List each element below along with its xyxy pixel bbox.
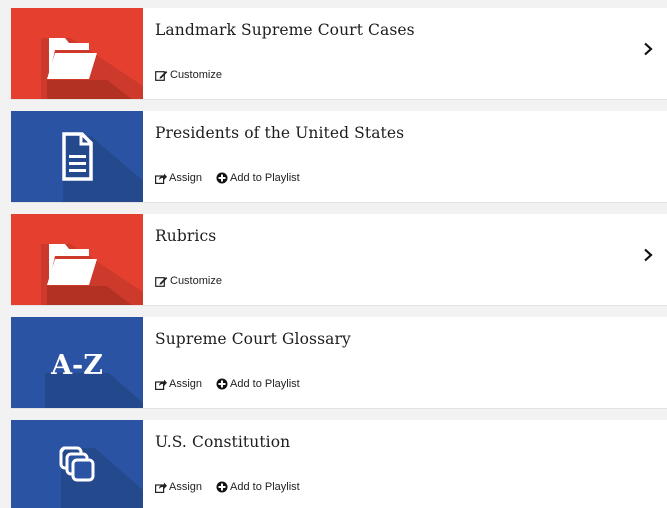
customize-label: Customize (170, 275, 222, 287)
plus-circle-icon (216, 172, 228, 184)
add-to-playlist-label: Add to Playlist (230, 378, 300, 390)
edit-icon (155, 276, 168, 287)
folder-tile[interactable] (11, 8, 143, 99)
glossary-tile[interactable]: A-Z (11, 317, 143, 408)
list-item-landmark-supreme-court-cases[interactable]: Landmark Supreme Court Cases Customize (11, 8, 667, 99)
assign-button[interactable]: Assign (155, 172, 202, 184)
customize-button[interactable]: Customize (155, 69, 222, 81)
list-item-us-constitution[interactable]: U.S. Constitution Assign Add to Playlist (11, 420, 667, 508)
list-item-supreme-court-glossary[interactable]: A-Z Supreme Court Glossary Assign Add to… (11, 317, 667, 408)
assign-button[interactable]: Assign (155, 378, 202, 390)
add-to-playlist-button[interactable]: Add to Playlist (216, 481, 300, 493)
item-title[interactable]: Rubrics (155, 227, 216, 245)
plus-circle-icon (216, 378, 228, 390)
assign-label: Assign (169, 378, 203, 390)
chevron-right-icon[interactable] (642, 248, 654, 262)
item-actions: Assign Add to Playlist (155, 480, 300, 494)
assign-button[interactable]: Assign (155, 481, 202, 493)
add-to-playlist-label: Add to Playlist (230, 481, 300, 493)
collection-tile[interactable] (11, 420, 143, 508)
list-item-rubrics[interactable]: Rubrics Customize (11, 214, 667, 305)
item-title[interactable]: Supreme Court Glossary (155, 330, 351, 348)
folder-open-icon (47, 244, 97, 285)
a-z-icon-text: A-Z (50, 350, 103, 381)
list-item-presidents-of-the-united-states[interactable]: Presidents of the United States Assign A… (11, 111, 667, 202)
assign-label: Assign (169, 481, 203, 493)
item-title[interactable]: U.S. Constitution (155, 433, 290, 451)
add-to-playlist-button[interactable]: Add to Playlist (216, 172, 300, 184)
share-icon (155, 173, 167, 184)
customize-button[interactable]: Customize (155, 275, 222, 287)
folder-tile[interactable] (11, 214, 143, 305)
plus-circle-icon (216, 481, 228, 493)
folder-open-icon (47, 38, 97, 79)
document-tile[interactable] (11, 111, 143, 202)
add-to-playlist-button[interactable]: Add to Playlist (216, 378, 300, 390)
item-title[interactable]: Presidents of the United States (155, 124, 404, 142)
share-icon (155, 379, 167, 390)
item-actions: Customize (155, 68, 222, 82)
add-to-playlist-label: Add to Playlist (230, 172, 300, 184)
chevron-right-icon[interactable] (642, 42, 654, 56)
item-actions: Customize (155, 274, 222, 288)
a-z-icon: A-Z (50, 350, 103, 381)
assign-label: Assign (169, 172, 203, 184)
item-title[interactable]: Landmark Supreme Court Cases (155, 21, 415, 39)
document-icon (62, 132, 93, 181)
item-actions: Assign Add to Playlist (155, 377, 300, 391)
customize-label: Customize (170, 69, 222, 81)
edit-icon (155, 70, 168, 81)
share-icon (155, 482, 167, 493)
stacked-pages-icon (59, 446, 95, 482)
item-actions: Assign Add to Playlist (155, 171, 300, 185)
